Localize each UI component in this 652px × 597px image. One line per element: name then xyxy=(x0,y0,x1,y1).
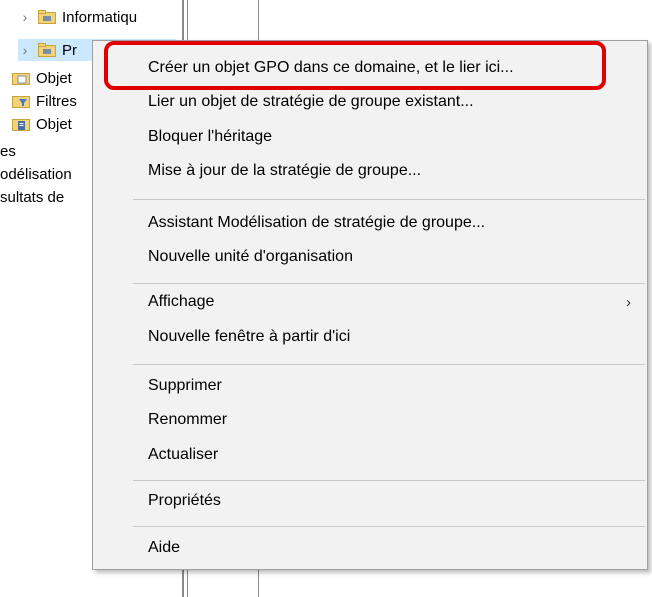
menu-item-modeling-wizard[interactable]: Assistant Modélisation de stratégie de g… xyxy=(93,206,647,240)
tree-item-label: es xyxy=(0,142,16,160)
tree-item-label: Pr xyxy=(62,41,77,59)
tree-item-modelisation[interactable]: odélisation xyxy=(0,163,72,185)
submenu-arrow-icon: › xyxy=(626,293,631,311)
menu-item-refresh[interactable]: Actualiser xyxy=(93,438,647,472)
tree-item-label: odélisation xyxy=(0,165,72,183)
folder-icon xyxy=(38,43,56,57)
context-menu: Créer un objet GPO dans ce domaine, et l… xyxy=(92,40,648,570)
tree-item-label: Objet xyxy=(36,115,72,133)
chevron-right-icon[interactable]: › xyxy=(18,9,32,25)
menu-item-properties[interactable]: Propriétés xyxy=(93,484,647,518)
filter-folder-icon xyxy=(12,94,30,108)
menu-separator xyxy=(133,199,645,200)
menu-item-view[interactable]: Affichage › xyxy=(93,285,647,319)
tree-item-objets-starter[interactable]: Objet xyxy=(0,113,72,135)
tree-item-filtres[interactable]: Filtres xyxy=(0,90,77,112)
tree-item-label: sultats de xyxy=(0,188,65,206)
menu-separator xyxy=(133,364,645,365)
menu-separator xyxy=(133,480,645,481)
tree-item-resultats[interactable]: sultats de xyxy=(0,186,64,208)
menu-item-delete[interactable]: Supprimer xyxy=(93,369,647,403)
menu-item-new-ou[interactable]: Nouvelle unité d'organisation xyxy=(93,240,647,274)
gpo-folder-icon xyxy=(12,71,30,85)
menu-item-rename[interactable]: Renommer xyxy=(93,403,647,437)
chevron-right-icon[interactable]: › xyxy=(18,42,32,58)
starter-folder-icon xyxy=(12,117,30,131)
tree-item-label: Filtres xyxy=(36,92,77,110)
menu-item-help[interactable]: Aide xyxy=(93,531,647,565)
menu-separator xyxy=(133,283,645,284)
tree-item-sites[interactable]: es xyxy=(0,140,16,162)
menu-item-gpupdate[interactable]: Mise à jour de la stratégie de groupe... xyxy=(93,154,647,188)
menu-item-link-existing-gpo[interactable]: Lier un objet de stratégie de groupe exi… xyxy=(93,85,647,119)
menu-item-new-window[interactable]: Nouvelle fenêtre à partir d'ici xyxy=(93,320,647,354)
tree-item-label: Informatiqu xyxy=(62,8,138,26)
menu-separator xyxy=(133,526,645,527)
tree-item-objets-gpo[interactable]: Objet xyxy=(0,67,72,89)
folder-icon xyxy=(38,10,56,24)
annotation-highlight-box xyxy=(104,41,606,90)
tree-item-informatique[interactable]: › Informatiqu xyxy=(18,6,137,28)
tree-item-label: Objet xyxy=(36,69,72,87)
menu-item-block-inheritance[interactable]: Bloquer l'héritage xyxy=(93,120,647,154)
